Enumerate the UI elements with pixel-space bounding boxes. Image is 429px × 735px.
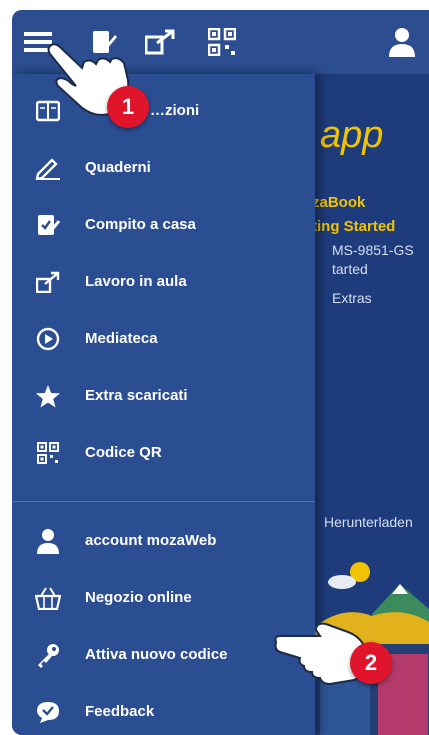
step-badge-2: 2 — [350, 642, 392, 684]
menu-item-label: Attiva nuovo codice — [85, 646, 228, 663]
menu-item-extra-scaricati[interactable]: Extra scaricati — [12, 367, 315, 424]
menu-item-quaderni[interactable]: Quaderni — [12, 139, 315, 196]
star-icon — [34, 382, 62, 410]
menu-divider — [12, 501, 315, 502]
user-profile-icon[interactable] — [384, 24, 420, 60]
qr-icon — [34, 439, 62, 467]
menu-item-label: …zioni — [150, 102, 200, 119]
step-badge-1: 1 — [107, 86, 149, 128]
menu-item-label: Lavoro in aula — [85, 273, 187, 290]
book-title-line1: zaBook — [312, 194, 366, 211]
menu-item-label: Quaderni — [85, 159, 151, 176]
menu-item-compito-a-casa[interactable]: Compito a casa — [12, 196, 315, 253]
menu-item-label: Codice QR — [85, 444, 162, 461]
pencil-icon — [34, 154, 62, 182]
media-icon — [34, 325, 62, 353]
user-icon — [34, 527, 62, 555]
menu-item-negozio-online[interactable]: Negozio online — [12, 569, 315, 626]
menu-item-label: Negozio online — [85, 589, 192, 606]
classroom-toolbar-icon[interactable] — [142, 24, 178, 60]
menu-item-label: Mediateca — [85, 330, 158, 347]
homework-icon — [34, 211, 62, 239]
menu-item-account-mozaweb[interactable]: account mozaWeb — [12, 512, 315, 569]
book-title-line2: ting Started — [312, 218, 396, 235]
download-label[interactable]: Herunterladen — [324, 514, 413, 530]
navigation-drawer: …zioni Quaderni Compito a casa Lavoro in… — [12, 74, 315, 735]
classroom-icon — [34, 268, 62, 296]
menu-item-mediateca[interactable]: Mediateca — [12, 310, 315, 367]
app-title-fragment: app — [320, 114, 384, 156]
book-status: tarted — [332, 261, 368, 277]
feedback-icon — [34, 698, 62, 726]
book-code: MS-9851-GS — [332, 242, 414, 258]
menu-item-feedback[interactable]: Feedback — [12, 683, 315, 735]
menu-item-codice-qr[interactable]: Codice QR — [12, 424, 315, 481]
menu-item-label: account mozaWeb — [85, 532, 217, 549]
qr-toolbar-icon[interactable] — [204, 24, 240, 60]
menu-item-label: Compito a casa — [85, 216, 196, 233]
basket-icon — [34, 584, 62, 612]
menu-item-label: Extra scaricati — [85, 387, 188, 404]
extras-label: Extras — [332, 290, 372, 306]
menu-item-label: Feedback — [85, 703, 155, 720]
menu-item-attiva-nuovo-codice[interactable]: Attiva nuovo codice — [12, 626, 315, 683]
menu-item-lavoro-in-aula[interactable]: Lavoro in aula — [12, 253, 315, 310]
key-icon — [34, 641, 62, 669]
